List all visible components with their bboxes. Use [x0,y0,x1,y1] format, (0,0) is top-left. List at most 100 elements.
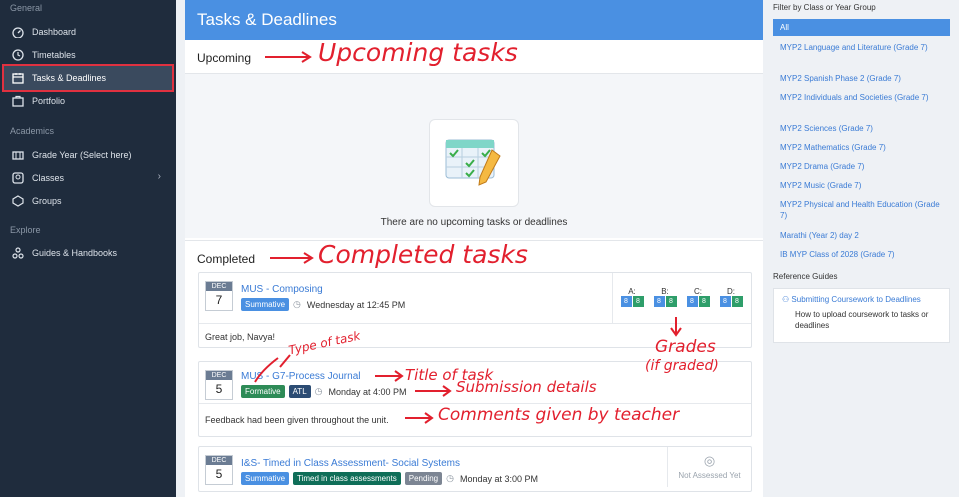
section-general: General [10,3,43,13]
grade-label: B: [661,287,669,296]
grade-value: 8 [665,296,677,307]
badge-atl: ATL [288,385,311,398]
grades-panel: A: 8 8 B: 8 8 C: 8 8 D: 8 8 [612,273,751,323]
annotation-grades: Grades [655,337,716,357]
grade-label: D: [727,287,735,296]
grade-label: A: [628,287,636,296]
grade-d: D: 8 8 [716,287,746,307]
sidebar-item-groups[interactable]: Groups [9,191,169,211]
guides-icon [11,246,25,260]
task-due: Wednesday at 12:45 PM [306,299,406,310]
task-due: Monday at 4:00 PM [328,386,407,397]
badge-timed-assessment: Timed in class assessments [293,472,401,485]
reference-card[interactable]: ⚇ Submitting Coursework to Deadlines How… [773,288,950,343]
date-badge: DEC 7 [205,281,233,311]
task-title[interactable]: MUS - G7-Process Journal [241,371,360,382]
sidebar-item-classes[interactable]: Classes › [9,168,169,188]
clock-icon: ◷ [314,386,323,396]
sidebar-item-label: Grade Year (Select here) [32,150,132,160]
grade-value: 8 [719,296,731,307]
filter-item[interactable]: MYP2 Drama (Grade 7) [780,161,940,172]
checklist-icon [429,119,519,207]
chevron-right-icon: › [157,171,161,182]
grade-value: 8 [731,296,743,307]
status-text: Not Assessed Yet [678,471,741,480]
task-comment: Great job, Navya! [205,332,276,342]
filter-item[interactable]: Marathi (Year 2) day 2 [780,230,940,241]
task-title[interactable]: I&S- Timed in Class Assessment- Social S… [241,458,460,469]
clock-icon: ◷ [446,473,454,483]
grade-a: A: 8 8 [617,287,647,307]
filter-item[interactable]: MYP2 Mathematics (Grade 7) [780,142,940,153]
section-explore: Explore [10,225,41,235]
date-badge: DEC 5 [205,370,233,400]
empty-message: There are no upcoming tasks or deadlines [380,217,568,228]
annotation-comments: Comments given by teacher [438,405,680,425]
sidebar-item-label: Timetables [32,50,76,60]
filter-item[interactable]: MYP2 Sciences (Grade 7) [780,123,940,134]
task-title[interactable]: MUS - Composing [241,284,323,295]
badge-pending: Pending [404,472,443,485]
sidebar-item-tasks[interactable]: Tasks & Deadlines [2,64,174,92]
annotation-graded: (if graded) [645,358,719,374]
grade-value: 8 [698,296,710,307]
grade-b: B: 8 8 [650,287,680,307]
badge-summative: Summative [241,298,290,311]
clock-icon [11,48,25,62]
portfolio-icon [11,94,25,108]
sidebar-item-label: Dashboard [32,27,77,37]
share-icon: ⚇ [782,295,792,304]
reference-link-text: Submitting Coursework to Deadlines [791,295,921,304]
task-card[interactable]: DEC 5 I&S- Timed in Class Assessment- So… [198,446,752,492]
filter-item[interactable]: IB MYP Class of 2028 (Grade 7) [780,249,940,260]
task-badges: Formative ATL ◷ Monday at 4:00 PM [241,385,407,398]
annotation-completed: Completed tasks [318,240,528,269]
grade-value: 8 [653,296,665,307]
sidebar-item-label: Tasks & Deadlines [32,73,107,83]
groups-icon [11,194,25,208]
badge-summative: Summative [241,472,290,485]
divider [199,403,751,404]
sidebar-item-dashboard[interactable]: Dashboard [9,22,169,42]
sidebar-item-timetables[interactable]: Timetables [9,45,169,65]
task-due: Monday at 3:00 PM [459,473,539,484]
filter-item[interactable]: MYP2 Music (Grade 7) [780,180,940,191]
sidebar-item-grade-year[interactable]: Grade Year (Select here) [9,145,169,165]
sidebar-item-guides[interactable]: Guides & Handbooks [9,243,169,263]
reference-title: Reference Guides [773,272,838,281]
grade-icon [11,148,25,162]
date-month: DEC [206,282,232,291]
date-badge: DEC 5 [205,455,233,485]
classes-icon [11,171,25,185]
sidebar-item-label: Portfolio [32,96,66,106]
filter-all-button[interactable]: All [773,19,950,36]
sidebar-item-portfolio[interactable]: Portfolio [9,91,169,111]
filter-item[interactable]: MYP2 Physical and Health Education (Grad… [780,199,940,221]
filter-item[interactable]: MYP2 Spanish Phase 2 (Grade 7) [780,73,940,84]
pending-icon: ◎ [703,453,716,468]
date-day: 5 [215,382,223,396]
task-badges: Summative Timed in class assessments Pen… [241,472,538,485]
sidebar-item-label: Classes [32,173,65,183]
badge-formative: Formative [241,385,285,398]
filter-item[interactable]: MYP2 Language and Literature (Grade 7) [780,42,940,53]
divider [199,323,751,324]
date-month: DEC [206,371,232,380]
completed-title: Completed [197,252,256,266]
filter-title: Filter by Class or Year Group [773,3,876,12]
grade-value: 8 [620,296,632,307]
clock-icon: ◷ [293,299,301,309]
calendar-icon [11,71,25,85]
date-month: DEC [206,456,232,465]
section-academics: Academics [10,126,55,136]
sidebar: General Dashboard Timetables Tasks & Dea… [0,0,176,497]
dashboard-icon [11,25,25,39]
task-comment: Feedback had been given throughout the u… [205,415,389,425]
reference-link[interactable]: ⚇ Submitting Coursework to Deadlines [782,295,941,304]
grade-c: C: 8 8 [683,287,713,307]
date-day: 7 [215,293,223,307]
grade-value: 8 [686,296,698,307]
sidebar-item-label: Guides & Handbooks [32,248,118,258]
grade-value: 8 [632,296,644,307]
filter-item[interactable]: MYP2 Individuals and Societies (Grade 7) [780,92,940,103]
